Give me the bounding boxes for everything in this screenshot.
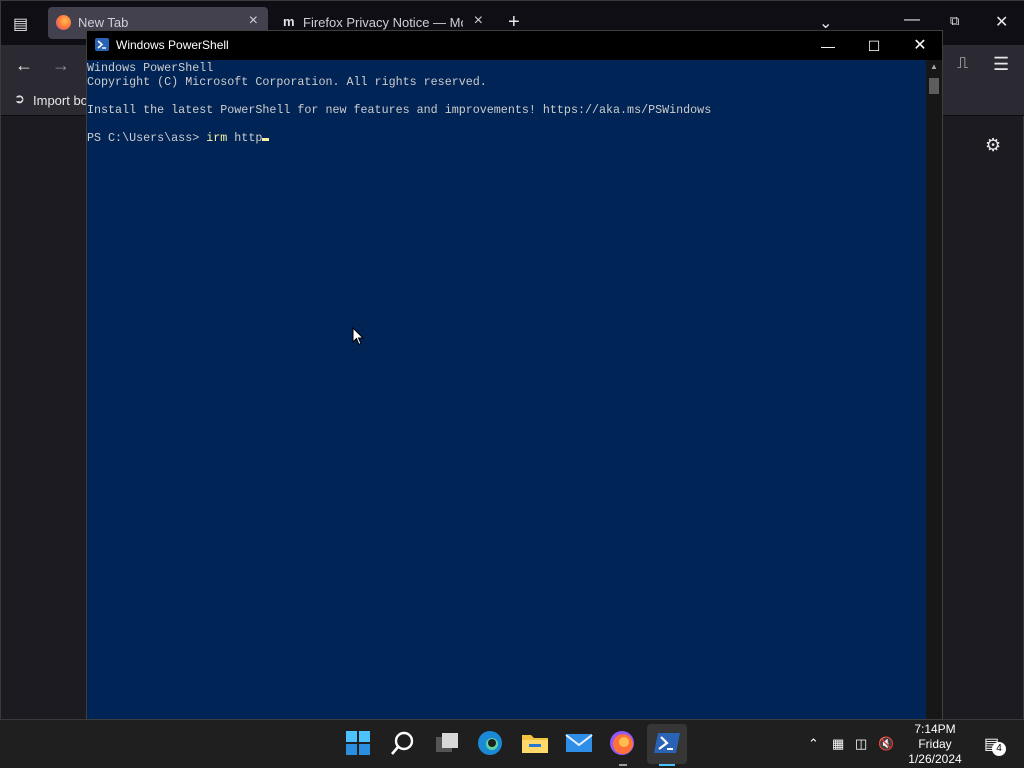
mouse-pointer-icon — [352, 327, 364, 346]
scrollbar-thumb[interactable] — [929, 78, 939, 94]
close-icon[interactable]: ✕ — [995, 12, 1008, 32]
tab-list-icon[interactable]: ▤ — [13, 14, 28, 34]
volume-muted-icon[interactable]: 🔇 — [878, 736, 894, 752]
clock-day: Friday — [918, 737, 952, 751]
scrollbar[interactable]: ▲ — [926, 60, 942, 719]
edge-icon[interactable] — [477, 730, 505, 758]
console-line: Windows PowerShell — [87, 61, 214, 75]
prompt: PS C:\Users\ass> — [87, 131, 207, 145]
powershell-window: Windows PowerShell — ☐ ✕ Windows PowerSh… — [86, 30, 943, 720]
extensions-icon[interactable]: ⎍ — [957, 55, 968, 73]
maximize-button[interactable]: ☐ — [851, 35, 897, 57]
taskbar: ⌃ ▦ ◫ 🔇 7:14PM Friday 1/26/2024 ▤ 4 — [0, 720, 1024, 768]
import-bookmarks-link[interactable]: Import bo — [33, 93, 88, 108]
close-tab-icon[interactable]: × — [249, 12, 258, 30]
prompt-line[interactable]: PS C:\Users\ass> irm http — [87, 131, 270, 145]
firefox-icon[interactable] — [609, 730, 637, 758]
mozilla-icon: m — [283, 14, 295, 29]
start-icon[interactable] — [345, 730, 373, 758]
show-hidden-icons-icon[interactable]: ⌃ — [808, 736, 819, 752]
clock-time: 7:14PM — [914, 722, 956, 736]
import-icon: ➲ — [14, 91, 25, 106]
restore-icon[interactable]: ⧉ — [950, 13, 959, 29]
file-explorer-icon[interactable] — [521, 730, 549, 758]
notification-count-badge: 4 — [992, 742, 1006, 756]
console-line: Copyright (C) Microsoft Corporation. All… — [87, 75, 487, 89]
network-icon[interactable]: ◫ — [855, 736, 867, 752]
tab-title: New Tab — [78, 15, 129, 30]
active-indicator — [659, 764, 675, 766]
device-icon[interactable]: ▦ — [832, 736, 844, 752]
window-title: Windows PowerShell — [116, 38, 229, 52]
menu-icon[interactable]: ☰ — [993, 54, 1009, 75]
console-output[interactable]: Windows PowerShell Copyright (C) Microso… — [87, 60, 926, 719]
console-line: Install the latest PowerShell for new fe… — [87, 103, 712, 117]
close-tab-icon[interactable]: × — [474, 12, 483, 30]
powershell-icon[interactable] — [653, 730, 681, 758]
firefox-icon — [56, 15, 71, 30]
command-argument: http — [227, 131, 263, 145]
gear-icon[interactable]: ⚙ — [985, 135, 1001, 156]
text-cursor — [262, 138, 270, 141]
close-button[interactable]: ✕ — [897, 35, 943, 57]
clock-date: 1/26/2024 — [908, 752, 962, 766]
powershell-icon — [95, 38, 109, 51]
running-indicator — [619, 764, 627, 766]
minimize-icon[interactable]: — — [904, 11, 920, 29]
scroll-up-icon[interactable]: ▲ — [930, 62, 938, 71]
minimize-button[interactable]: — — [805, 35, 851, 57]
task-view-icon[interactable] — [434, 730, 462, 758]
forward-icon[interactable]: → — [52, 55, 70, 76]
mail-icon[interactable] — [565, 730, 593, 758]
tab-title: Firefox Privacy Notice — Mozilla — [303, 15, 463, 30]
back-icon[interactable]: ← — [15, 55, 33, 76]
search-icon[interactable] — [390, 730, 418, 758]
clock[interactable]: 7:14PM Friday 1/26/2024 — [905, 722, 965, 767]
command: irm — [206, 131, 228, 145]
title-bar[interactable]: Windows PowerShell — ☐ ✕ — [87, 31, 942, 60]
